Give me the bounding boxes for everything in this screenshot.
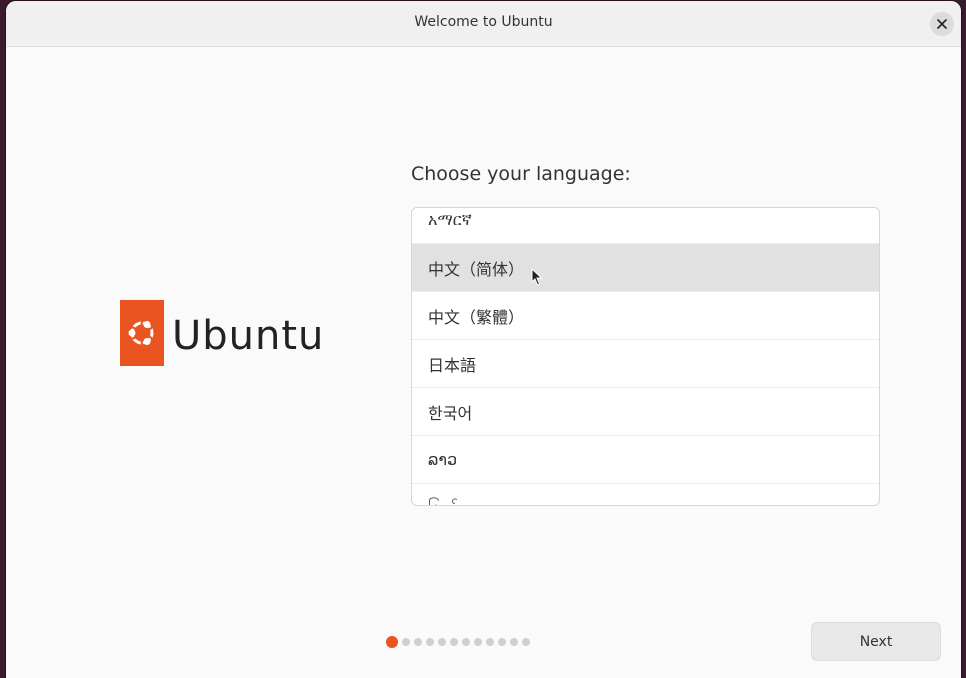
mouse-pointer-icon — [531, 268, 543, 286]
progress-dots — [386, 636, 530, 648]
progress-dot — [414, 638, 422, 646]
page-heading: Choose your language: — [411, 163, 631, 185]
progress-dot — [510, 638, 518, 646]
language-label: 한국어 — [428, 403, 473, 423]
window-title: Welcome to Ubuntu — [414, 14, 553, 30]
ubuntu-logo: Ubuntu — [120, 300, 323, 368]
list-item-amharic[interactable]: አማርኛ — [412, 208, 879, 244]
progress-dot — [462, 638, 470, 646]
language-label: ລາວ — [428, 450, 458, 469]
progress-dot — [474, 638, 482, 646]
progress-dot — [486, 638, 494, 646]
language-label: 中文（简体） — [428, 259, 525, 279]
list-item-chinese-traditional[interactable]: 中文（繁體） — [412, 292, 879, 340]
language-label: 日本語 — [428, 355, 477, 375]
ubuntu-logo-mark — [120, 300, 164, 366]
close-icon — [937, 19, 947, 29]
progress-dot — [522, 638, 530, 646]
language-label: አማርኛ — [428, 209, 472, 229]
title-bar: Welcome to Ubuntu — [6, 1, 961, 47]
progress-dot — [426, 638, 434, 646]
list-item-korean[interactable]: 한국어 — [412, 388, 879, 436]
progress-dot-active — [386, 636, 398, 648]
list-item-chinese-simplified[interactable]: 中文（简体） — [412, 244, 879, 292]
ubuntu-wordmark: Ubuntu — [172, 313, 325, 359]
progress-dot — [438, 638, 446, 646]
close-button[interactable] — [930, 12, 954, 36]
progress-dot — [498, 638, 506, 646]
circle-of-friends-icon — [125, 318, 154, 348]
language-label: ြမန်မာ — [428, 496, 474, 506]
list-item-burmese[interactable]: ြမန်မာ — [412, 484, 879, 506]
progress-dot — [450, 638, 458, 646]
language-label: 中文（繁體） — [428, 307, 525, 327]
list-item-lao[interactable]: ລາວ — [412, 436, 879, 484]
next-button[interactable]: Next — [811, 622, 941, 661]
list-item-japanese[interactable]: 日本語 — [412, 340, 879, 388]
progress-dot — [402, 638, 410, 646]
language-list[interactable]: አማርኛ 中文（简体） 中文（繁體） 日本語 한국어 ລາວ ြမန်မာ — [411, 207, 880, 506]
